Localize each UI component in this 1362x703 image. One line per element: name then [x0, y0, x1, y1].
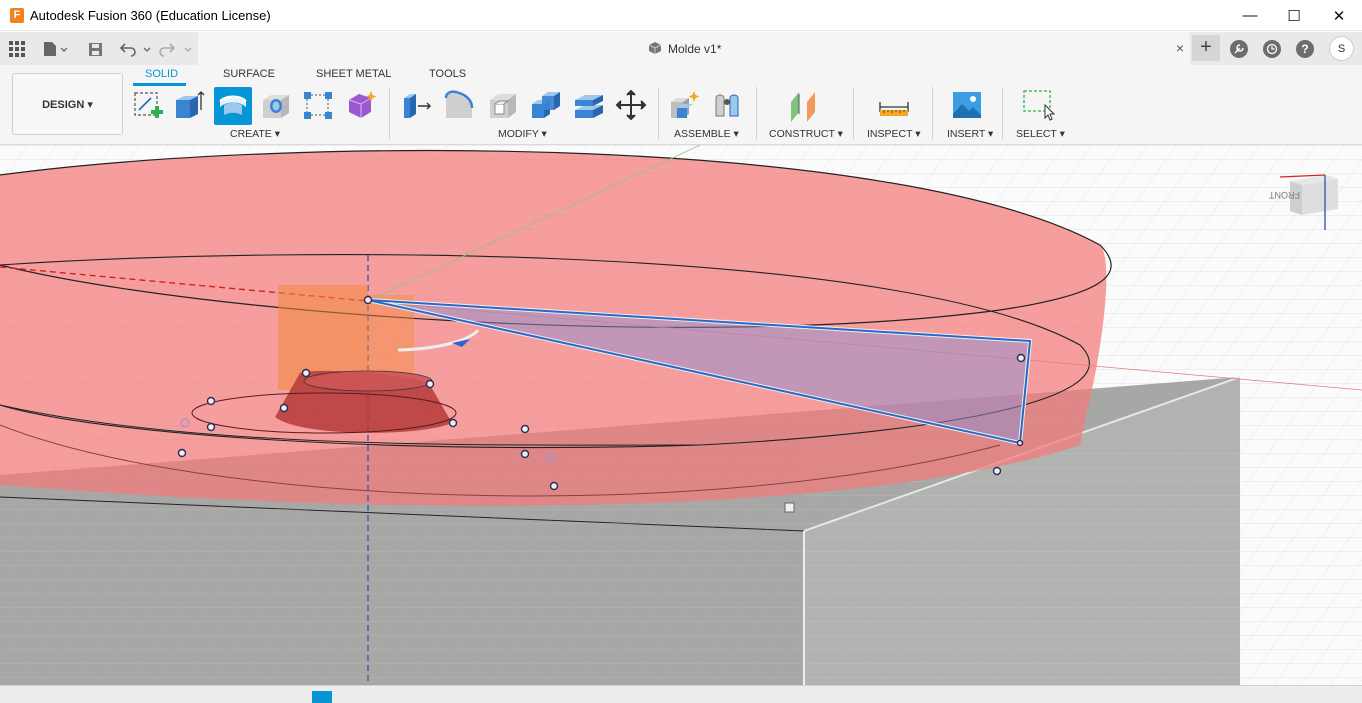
redo-icon[interactable]: [158, 38, 194, 60]
tab-solid[interactable]: SOLID: [145, 68, 178, 80]
move-copy-icon[interactable]: [614, 88, 648, 122]
fillet-icon[interactable]: [442, 88, 476, 122]
extensions-icon[interactable]: [1226, 36, 1252, 62]
toolbar-separator: [1002, 87, 1003, 139]
maximize-button[interactable]: ☐: [1271, 0, 1317, 31]
canvas-viewport[interactable]: FRONT: [0, 145, 1362, 685]
create-form-icon[interactable]: [344, 88, 378, 122]
toolbar-separator: [658, 87, 659, 139]
design-cube-icon: [648, 42, 662, 54]
model-canvas[interactable]: FRONT: [0, 145, 1362, 685]
measure-icon[interactable]: [877, 88, 911, 122]
marker-icon: [784, 502, 795, 513]
combine-icon[interactable]: [529, 88, 563, 122]
user-avatar[interactable]: S: [1329, 36, 1354, 61]
new-component-icon[interactable]: [668, 88, 702, 122]
create-menu[interactable]: CREATE ▾: [230, 128, 280, 140]
title-bar: F Autodesk Fusion 360 (Education License…: [0, 0, 1362, 31]
display-settings-icon[interactable]: [312, 691, 332, 703]
help-icon[interactable]: ?: [1292, 36, 1318, 62]
create-sketch-icon[interactable]: [131, 88, 165, 122]
tab-surface[interactable]: SURFACE: [223, 68, 275, 80]
revolve-icon[interactable]: [214, 87, 252, 125]
insert-menu[interactable]: INSERT ▾: [947, 128, 993, 140]
insert-image-icon[interactable]: [950, 88, 984, 122]
joint-icon[interactable]: [711, 88, 745, 122]
select-menu[interactable]: SELECT ▾: [1016, 128, 1065, 140]
document-tab[interactable]: Molde v1* ×: [198, 32, 1190, 65]
assemble-menu[interactable]: ASSEMBLE ▾: [674, 128, 739, 140]
window-title: Autodesk Fusion 360 (Education License): [30, 8, 271, 23]
new-tab-button[interactable]: +: [1192, 35, 1220, 61]
modify-menu[interactable]: MODIFY ▾: [498, 128, 547, 140]
active-tab-indicator: [133, 83, 186, 86]
window-select-icon[interactable]: [1021, 88, 1055, 122]
shell-icon[interactable]: [486, 88, 520, 122]
toolbar-separator: [932, 87, 933, 139]
minimize-button[interactable]: —: [1227, 0, 1273, 31]
inspect-menu[interactable]: INSPECT ▾: [867, 128, 921, 140]
toolbar-separator: [756, 87, 757, 139]
undo-icon[interactable]: [117, 38, 153, 60]
view-cube-face-label: FRONT: [1269, 190, 1300, 200]
press-pull-icon[interactable]: [400, 88, 434, 122]
extrude-icon[interactable]: [172, 88, 206, 122]
job-status-clock-icon[interactable]: [1259, 36, 1285, 62]
ribbon-toolbar: DESIGN ▾ SOLID SURFACE SHEET METAL TOOLS…: [0, 65, 1362, 145]
offset-faces-icon[interactable]: [572, 88, 606, 122]
document-title: Molde v1*: [668, 42, 722, 56]
data-panel-grid-icon[interactable]: [6, 38, 28, 60]
pattern-icon[interactable]: [301, 88, 335, 122]
fusion-app-icon: F: [10, 8, 24, 23]
toolbar-separator: [853, 87, 854, 139]
construct-menu[interactable]: CONSTRUCT ▾: [769, 128, 843, 140]
close-tab-button[interactable]: ×: [1176, 40, 1184, 56]
bottom-navigation-bar: [0, 685, 1362, 703]
toolbar-separator: [389, 87, 390, 139]
hole-icon[interactable]: [259, 88, 293, 122]
tab-tools[interactable]: TOOLS: [429, 68, 466, 80]
close-window-button[interactable]: ✕: [1316, 0, 1362, 31]
offset-plane-icon[interactable]: [787, 88, 821, 122]
tab-sheet-metal[interactable]: SHEET METAL: [316, 68, 391, 80]
file-menu-icon[interactable]: [40, 38, 70, 60]
workspace-switcher[interactable]: DESIGN ▾: [12, 73, 123, 135]
save-icon[interactable]: [84, 38, 106, 60]
